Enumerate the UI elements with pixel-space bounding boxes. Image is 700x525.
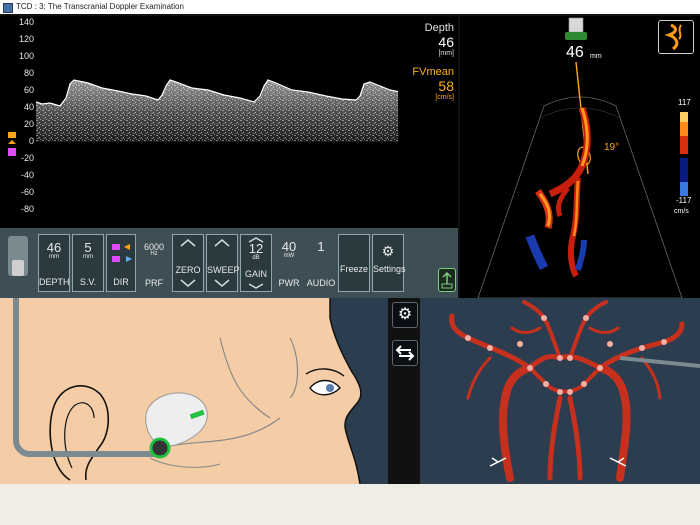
- y-tick: 140: [18, 17, 34, 27]
- prf-control[interactable]: 6000 Hz PRF: [138, 234, 170, 292]
- circle-of-willis-diagram: [420, 298, 700, 484]
- color-doppler-view: 46 mm 19° 117 -117 cm/s: [460, 16, 700, 298]
- gear-icon: ⚙: [381, 243, 395, 259]
- audio-control[interactable]: 1 AUDIO: [306, 234, 336, 292]
- gain-label: GAIN: [244, 269, 267, 279]
- head-illustration: [0, 298, 388, 484]
- baseline-marker[interactable]: [6, 132, 20, 162]
- sweep-control[interactable]: SWEEP: [206, 234, 240, 292]
- depth-value: 46: [438, 34, 454, 50]
- y-tick: 80: [23, 68, 34, 78]
- chevron-down-icon: [248, 283, 264, 289]
- audio-value: 1: [317, 239, 325, 254]
- vessel-depth-value: 46: [566, 44, 584, 61]
- depth-control-unit: mm: [49, 254, 59, 260]
- settings-button[interactable]: ⚙ Settings: [372, 234, 406, 292]
- y-tick: -80: [20, 204, 34, 214]
- y-tick: -40: [20, 170, 34, 180]
- measurement-panel: Depth 46 [mm] FVmean 58 [cm/s]: [398, 16, 458, 212]
- app-icon: [3, 3, 13, 13]
- gain-unit: dB: [252, 255, 260, 261]
- vessel-thumbnail-icon[interactable]: [658, 20, 694, 54]
- control-bar: 46 mm DEPTH 5 mm S.V. DIR 6000 Hz PRF ZE…: [0, 228, 458, 298]
- sweep-label: SWEEP: [207, 265, 240, 275]
- examination-scene: ⚙: [0, 298, 700, 484]
- swap-view-button[interactable]: [392, 340, 418, 366]
- fvmean-value: 58: [438, 78, 454, 94]
- direction-icon: [112, 244, 132, 262]
- chevron-up-icon: [180, 239, 196, 247]
- zero-label: ZERO: [175, 265, 201, 275]
- gain-control[interactable]: 12 dB GAIN: [240, 234, 272, 292]
- scene-settings-button[interactable]: ⚙: [392, 302, 418, 328]
- doppler-spectrum: [36, 79, 400, 142]
- settings-label: Settings: [373, 264, 406, 274]
- y-tick: 20: [23, 119, 34, 129]
- zero-control[interactable]: ZERO: [172, 234, 204, 292]
- depth-control[interactable]: 46 mm DEPTH: [38, 234, 70, 292]
- sample-volume-control[interactable]: 5 mm S.V.: [72, 234, 104, 292]
- fvmean-label: FVmean: [412, 66, 454, 78]
- y-tick: 100: [18, 51, 34, 61]
- sv-label: S.V.: [79, 277, 97, 287]
- y-tick: 120: [18, 34, 34, 44]
- depth-control-label: DEPTH: [39, 277, 70, 287]
- chevron-down-icon: [214, 279, 230, 287]
- power-control[interactable]: 40 mW PWR: [274, 234, 304, 292]
- spectral-display: 140 120 100 80 60 40 20 0 -20 -40 -60 -8…: [0, 16, 458, 242]
- power-unit: mW: [283, 253, 295, 259]
- chevron-up-icon: [214, 239, 230, 247]
- chevron-down-icon: [180, 279, 196, 287]
- gear-icon: ⚙: [397, 306, 413, 323]
- title-bar: TCD : 3: The Transcranial Doppler Examin…: [0, 0, 700, 14]
- audio-label: AUDIO: [306, 278, 336, 288]
- prf-label: PRF: [145, 278, 163, 288]
- sv-value: 5: [84, 240, 92, 255]
- fvmean-unit: [cm/s]: [435, 94, 454, 101]
- depth-label: Depth: [424, 22, 454, 34]
- insonation-angle: 19°: [604, 142, 620, 153]
- export-icon[interactable]: [438, 268, 456, 292]
- window-title: TCD : 3: The Transcranial Doppler Examin…: [16, 2, 184, 11]
- y-tick: -60: [20, 187, 34, 197]
- sv-unit: mm: [83, 254, 93, 260]
- chevron-up-icon: [248, 237, 264, 243]
- depth-control-value: 46: [46, 240, 62, 255]
- swap-icon: [395, 345, 415, 361]
- freeze-label: Freeze: [339, 264, 368, 274]
- color-scale-unit: cm/s: [674, 208, 689, 215]
- y-tick: 40: [23, 102, 34, 112]
- y-tick: 60: [23, 85, 34, 95]
- app-window: 140 120 100 80 60 40 20 0 -20 -40 -60 -8…: [0, 14, 700, 484]
- depth-unit: [mm]: [438, 50, 454, 57]
- power-value: 40: [281, 239, 297, 254]
- power-label: PWR: [278, 278, 300, 288]
- color-scale-max: 117: [678, 98, 691, 107]
- direction-control[interactable]: DIR: [106, 234, 136, 292]
- prf-unit: Hz: [150, 251, 158, 257]
- dir-label: DIR: [113, 277, 129, 287]
- color-scale-min: -117: [676, 196, 692, 205]
- vessel-depth-unit: mm: [590, 53, 602, 60]
- probe-connector: [8, 236, 28, 276]
- freeze-button[interactable]: Freeze: [338, 234, 370, 292]
